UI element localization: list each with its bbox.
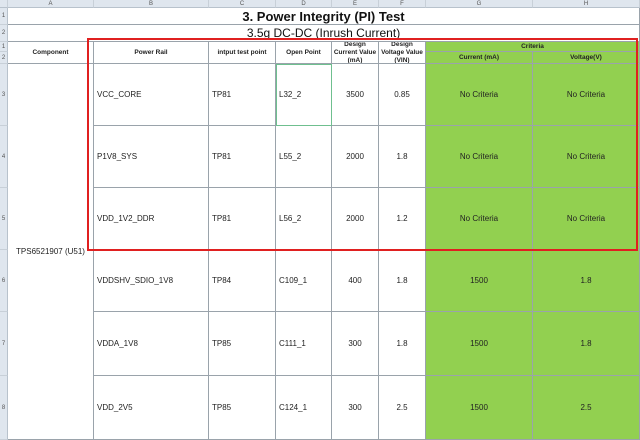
- power-rail-cell[interactable]: VDDSHV_SDIO_1V8: [94, 250, 209, 312]
- select-all-corner[interactable]: [0, 0, 8, 8]
- test-point-cell[interactable]: TP85: [209, 376, 276, 440]
- sheet-title[interactable]: 3. Power Integrity (PI) Test: [8, 8, 640, 25]
- row-header-5[interactable]: 5: [0, 188, 8, 250]
- row-header-1b[interactable]: 1: [0, 42, 8, 52]
- power-rail-cell[interactable]: VDD_1V2_DDR: [94, 188, 209, 250]
- open-point-cell[interactable]: C124_1: [276, 376, 332, 440]
- design-current-cell[interactable]: 2000: [332, 188, 379, 250]
- row-header-2[interactable]: 2: [0, 25, 8, 42]
- power-rail-cell[interactable]: VDD_2V5: [94, 376, 209, 440]
- open-point-cell[interactable]: C109_1: [276, 250, 332, 312]
- header-component[interactable]: Component: [8, 42, 94, 64]
- test-point-cell[interactable]: TP81: [209, 64, 276, 126]
- design-voltage-cell[interactable]: 1.8: [379, 250, 426, 312]
- header-criteria[interactable]: Criteria: [426, 42, 640, 52]
- design-current-cell[interactable]: 300: [332, 376, 379, 440]
- row-header-7[interactable]: 7: [0, 312, 8, 376]
- criteria-voltage-cell[interactable]: 1.8: [533, 250, 640, 312]
- column-header-h[interactable]: H: [533, 0, 640, 8]
- column-header-e[interactable]: E: [332, 0, 379, 8]
- header-input-test-point[interactable]: intput test point: [209, 42, 276, 64]
- row-header-2b[interactable]: 2: [0, 52, 8, 64]
- criteria-current-cell[interactable]: No Criteria: [426, 64, 533, 126]
- criteria-voltage-cell[interactable]: No Criteria: [533, 64, 640, 126]
- header-design-voltage[interactable]: Design Voltage Value (VIN): [379, 42, 426, 64]
- design-voltage-cell[interactable]: 1.8: [379, 312, 426, 376]
- design-voltage-cell[interactable]: 0.85: [379, 64, 426, 126]
- row-header-3[interactable]: 3: [0, 64, 8, 126]
- design-current-cell[interactable]: 2000: [332, 126, 379, 188]
- test-point-cell[interactable]: TP84: [209, 250, 276, 312]
- test-point-cell[interactable]: TP81: [209, 126, 276, 188]
- open-point-cell[interactable]: L55_2: [276, 126, 332, 188]
- power-rail-cell[interactable]: VDDA_1V8: [94, 312, 209, 376]
- header-criteria-current[interactable]: Current (mA): [426, 52, 533, 64]
- power-rail-cell[interactable]: P1V8_SYS: [94, 126, 209, 188]
- test-point-cell[interactable]: TP85: [209, 312, 276, 376]
- spreadsheet: A B C D E F G H 1 2 1 2 3 4 5 6 7 8 3. P…: [0, 0, 640, 440]
- criteria-voltage-cell[interactable]: No Criteria: [533, 188, 640, 250]
- design-current-cell[interactable]: 300: [332, 312, 379, 376]
- criteria-current-cell[interactable]: No Criteria: [426, 126, 533, 188]
- criteria-current-cell[interactable]: 1500: [426, 376, 533, 440]
- open-point-cell[interactable]: L56_2: [276, 188, 332, 250]
- criteria-voltage-cell[interactable]: 1.8: [533, 312, 640, 376]
- design-voltage-cell[interactable]: 1.2: [379, 188, 426, 250]
- sheet-subtitle[interactable]: 3.5g DC-DC (Inrush Current): [8, 25, 640, 42]
- open-point-cell[interactable]: C111_1: [276, 312, 332, 376]
- design-voltage-cell[interactable]: 1.8: [379, 126, 426, 188]
- criteria-voltage-cell[interactable]: 2.5: [533, 376, 640, 440]
- design-current-cell[interactable]: 400: [332, 250, 379, 312]
- row-header-1[interactable]: 1: [0, 8, 8, 25]
- power-rail-cell[interactable]: VCC_CORE: [94, 64, 209, 126]
- test-point-cell[interactable]: TP81: [209, 188, 276, 250]
- design-voltage-cell[interactable]: 2.5: [379, 376, 426, 440]
- design-current-cell[interactable]: 3500: [332, 64, 379, 126]
- header-criteria-voltage[interactable]: Voltage(V): [533, 52, 640, 64]
- criteria-voltage-cell[interactable]: No Criteria: [533, 126, 640, 188]
- row-header-6[interactable]: 6: [0, 250, 8, 312]
- criteria-current-cell[interactable]: No Criteria: [426, 188, 533, 250]
- column-header-g[interactable]: G: [426, 0, 533, 8]
- header-design-current[interactable]: Design Current Value (mA): [332, 42, 379, 64]
- column-header-a[interactable]: A: [8, 0, 94, 8]
- open-point-cell[interactable]: L32_2: [276, 64, 332, 126]
- column-header-d[interactable]: D: [276, 0, 332, 8]
- criteria-current-cell[interactable]: 1500: [426, 250, 533, 312]
- column-header-f[interactable]: F: [379, 0, 426, 8]
- row-header-4[interactable]: 4: [0, 126, 8, 188]
- component-cell[interactable]: TPS6521907 (U51): [8, 64, 94, 440]
- column-header-c[interactable]: C: [209, 0, 276, 8]
- column-header-b[interactable]: B: [94, 0, 209, 8]
- header-open-point[interactable]: Open Point: [276, 42, 332, 64]
- header-power-rail[interactable]: Power Rail: [94, 42, 209, 64]
- criteria-current-cell[interactable]: 1500: [426, 312, 533, 376]
- row-header-8[interactable]: 8: [0, 376, 8, 440]
